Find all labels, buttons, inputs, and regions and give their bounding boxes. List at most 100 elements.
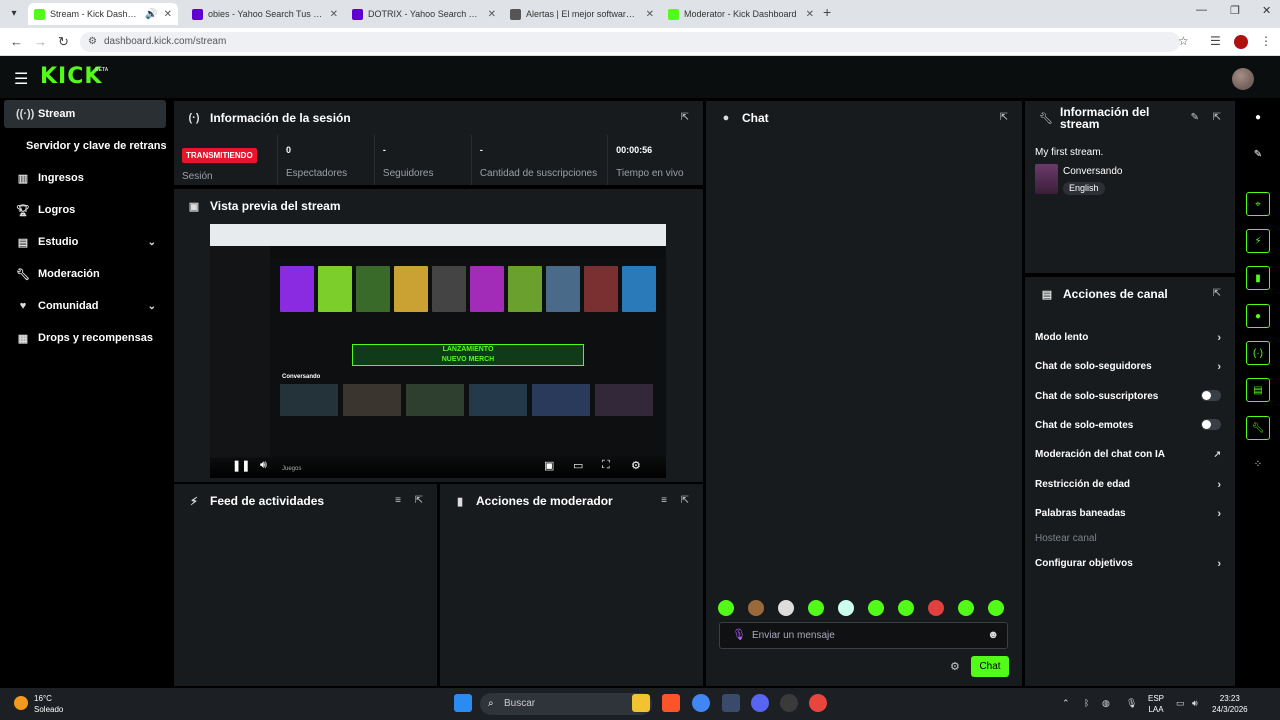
- action-slow-mode[interactable]: Modo lento ›: [1035, 332, 1225, 344]
- popout-icon[interactable]: ⇱: [681, 495, 689, 506]
- close-tab-icon[interactable]: ✕: [164, 9, 172, 20]
- sidebar-item-stream[interactable]: ((·)) Stream: [4, 100, 166, 128]
- reload-icon[interactable]: ↻: [58, 34, 69, 50]
- browser-tab-stream[interactable]: Stream - Kick Dashboard 🔊 ✕: [28, 3, 178, 25]
- bluetooth-icon[interactable]: ᛒ: [1084, 698, 1089, 708]
- pause-icon[interactable]: ❚❚: [232, 459, 250, 472]
- brave-browser-icon[interactable]: [662, 694, 680, 712]
- broadcast-icon[interactable]: (·): [1246, 341, 1270, 365]
- tab-list-dropdown-icon[interactable]: ▾: [6, 6, 22, 22]
- action-followers-only[interactable]: Chat de solo-seguidores ›: [1035, 361, 1225, 373]
- emoji-picker-icon[interactable]: ☻: [987, 623, 999, 648]
- bookmark-star-icon[interactable]: ☆: [1178, 34, 1189, 48]
- sidebar-item-server-key[interactable]: Servidor y clave de retransm: [4, 132, 166, 160]
- close-tab-icon[interactable]: ✕: [806, 9, 814, 20]
- discord-icon[interactable]: [751, 694, 769, 712]
- popout-icon[interactable]: ⇱: [415, 495, 423, 506]
- reading-list-icon[interactable]: ☰: [1210, 34, 1221, 48]
- sidebar-item-logros[interactable]: 🏆︎ Logros: [4, 196, 166, 224]
- sidebar-item-estudio[interactable]: ▤ Estudio ⌄: [4, 228, 166, 256]
- pencil-icon[interactable]: ✎: [1246, 143, 1270, 167]
- emote-icon[interactable]: [898, 600, 914, 616]
- chrome-profile-icon[interactable]: [809, 694, 827, 712]
- profile-icon[interactable]: [1234, 35, 1248, 49]
- forward-icon[interactable]: →: [34, 34, 47, 49]
- sidebar-item-ingresos[interactable]: ▥ Ingresos: [4, 164, 166, 192]
- emote-icon[interactable]: [928, 600, 944, 616]
- emote-icon[interactable]: [868, 600, 884, 616]
- browser-tab-yahoo-1[interactable]: obies - Yahoo Search Tus result ✕: [186, 3, 344, 25]
- hamburger-menu-icon[interactable]: ☰: [14, 69, 28, 89]
- action-ai-moderation[interactable]: Moderación del chat con IA ↗: [1035, 449, 1225, 460]
- pip-icon[interactable]: ▣: [544, 459, 554, 472]
- edit-pencil-icon[interactable]: ✎: [1191, 112, 1199, 123]
- chat-bubble-icon[interactable]: ●: [1246, 304, 1270, 328]
- network-tray-icon[interactable]: ◍: [1102, 698, 1110, 709]
- action-goals[interactable]: Configurar objetivos ›: [1035, 558, 1225, 570]
- wrench-icon[interactable]: 🔧︎: [1246, 416, 1270, 440]
- layout-icon[interactable]: ▤: [1246, 378, 1270, 402]
- taskbar-clock[interactable]: 23:23 24/3/2026: [1212, 693, 1248, 715]
- emote-icon[interactable]: [748, 600, 764, 616]
- action-age-restriction[interactable]: Restricción de edad ›: [1035, 479, 1225, 491]
- popout-icon[interactable]: ⇱: [681, 112, 689, 123]
- sidebar-item-drops[interactable]: ▦ Drops y recompensas: [4, 324, 166, 352]
- new-tab-icon[interactable]: +: [823, 4, 831, 20]
- start-windows-icon[interactable]: [454, 694, 472, 712]
- settings-gear-icon[interactable]: ⚙: [631, 459, 641, 472]
- speaker-tray-icon[interactable]: 🔊︎: [1192, 698, 1198, 709]
- chrome-icon[interactable]: [692, 694, 710, 712]
- subs-only-toggle[interactable]: [1201, 390, 1221, 401]
- back-icon[interactable]: ←: [10, 34, 23, 49]
- stream-preview-video[interactable]: LANZAMIENTO NUEVO MERCH Conversando ❚❚ 🔊…: [210, 224, 666, 478]
- emote-icon[interactable]: [988, 600, 1004, 616]
- input-language[interactable]: ESP LAA: [1148, 693, 1164, 715]
- browser-tab-alertas[interactable]: Alertas | El mejor software para ✕: [504, 3, 660, 25]
- tray-chevron-icon[interactable]: ⌃: [1062, 698, 1070, 709]
- user-avatar[interactable]: [1232, 68, 1254, 90]
- popout-icon[interactable]: ⇱: [1213, 112, 1221, 123]
- close-window-icon[interactable]: ✕: [1262, 4, 1271, 17]
- emote-icon[interactable]: [718, 600, 734, 616]
- close-tab-icon[interactable]: ✕: [646, 9, 654, 20]
- weather-widget[interactable]: 16°C Soleado: [34, 693, 63, 715]
- url-field[interactable]: ⚙ dashboard.kick.com/stream: [80, 32, 1180, 52]
- filter-icon[interactable]: ≡: [661, 495, 667, 506]
- taskbar-search[interactable]: ⌕ Buscar: [480, 693, 652, 715]
- calculator-icon[interactable]: [722, 694, 740, 712]
- send-chat-button[interactable]: Chat: [971, 656, 1009, 677]
- close-tab-icon[interactable]: ✕: [330, 9, 338, 20]
- browser-tab-yahoo-2[interactable]: DOTRIX - Yahoo Search Tus res ✕: [346, 3, 502, 25]
- speaker-icon[interactable]: 🔊: [145, 9, 157, 20]
- menu-dots-icon[interactable]: ⋮: [1260, 34, 1272, 48]
- screenshot-icon[interactable]: ⌖: [1246, 192, 1270, 216]
- apps-icon[interactable]: ⁘: [1246, 453, 1270, 477]
- restore-icon[interactable]: ❐: [1230, 4, 1240, 17]
- shield-icon[interactable]: ▮: [1246, 266, 1270, 290]
- minimize-icon[interactable]: —: [1196, 4, 1207, 16]
- volume-icon[interactable]: 🔊︎: [260, 459, 267, 472]
- site-info-icon[interactable]: ⚙: [88, 32, 97, 52]
- close-tab-icon[interactable]: ✕: [488, 9, 496, 20]
- emote-icon[interactable]: [808, 600, 824, 616]
- emote-icon[interactable]: [838, 600, 854, 616]
- filter-icon[interactable]: ≡: [395, 495, 401, 506]
- popout-icon[interactable]: ⇱: [1213, 288, 1221, 299]
- fullscreen-icon[interactable]: ⛶: [602, 459, 610, 472]
- emotes-only-toggle[interactable]: [1201, 419, 1221, 430]
- popout-icon[interactable]: ⇱: [1000, 112, 1008, 123]
- file-explorer-icon[interactable]: [632, 694, 650, 712]
- browser-tab-moderator[interactable]: Moderator - Kick Dashboard ✕: [662, 3, 820, 25]
- wifi-icon[interactable]: ▭: [1176, 698, 1185, 709]
- emote-icon[interactable]: [958, 600, 974, 616]
- kick-logo[interactable]: KICK: [40, 64, 102, 89]
- sidebar-item-moderacion[interactable]: 🔧︎ Moderación: [4, 260, 166, 288]
- theater-icon[interactable]: ▭: [573, 459, 583, 472]
- chat-settings-gear-icon[interactable]: ⚙: [950, 660, 960, 673]
- lightning-icon[interactable]: ⚡︎: [1246, 229, 1270, 253]
- microphone-icon[interactable]: 🎙︎: [732, 623, 746, 648]
- obs-icon[interactable]: [780, 694, 798, 712]
- emote-icon[interactable]: [778, 600, 794, 616]
- action-banned-words[interactable]: Palabras baneadas ›: [1035, 508, 1225, 520]
- sidebar-item-comunidad[interactable]: ♥ Comunidad ⌄: [4, 292, 166, 320]
